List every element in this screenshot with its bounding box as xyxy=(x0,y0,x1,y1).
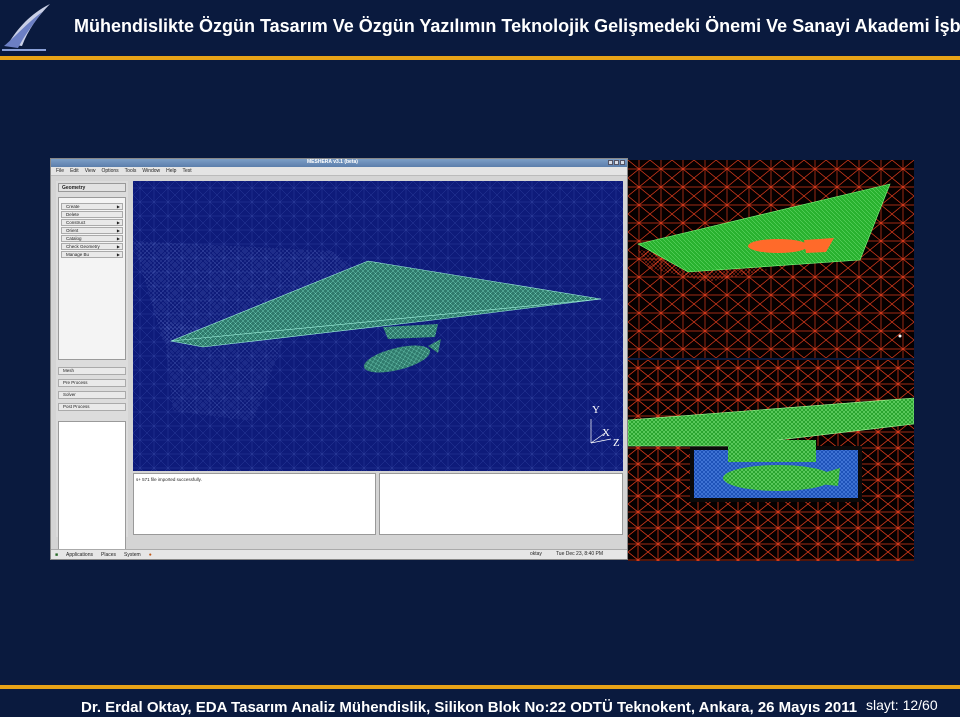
chevron-right-icon: ▶ xyxy=(116,244,120,249)
close-button[interactable] xyxy=(620,160,625,165)
taskbar-menu-icon[interactable]: ■ xyxy=(51,552,62,558)
catalog-label: Catalog xyxy=(66,236,82,241)
wing-mesh-render: Y X Z xyxy=(133,181,623,471)
secondary-output-pane[interactable] xyxy=(379,473,623,535)
mesh-render-top xyxy=(628,160,914,358)
geometry-panel: Geometry Create ▶ Delete Construct ▶ Orien… xyxy=(56,181,128,553)
axis-x-label: X xyxy=(602,427,610,439)
create-label: Create xyxy=(66,204,80,209)
menu-help[interactable]: Help xyxy=(163,168,179,174)
orient-button[interactable]: Orient ▶ xyxy=(61,227,123,234)
chevron-right-icon: ▶ xyxy=(116,252,120,257)
chevron-right-icon: ▶ xyxy=(116,220,120,225)
menu-edit[interactable]: Edit xyxy=(67,168,82,174)
menu-file[interactable]: File xyxy=(53,168,67,174)
create-button[interactable]: Create ▶ xyxy=(61,203,123,210)
footer-author-text: Dr. Erdal Oktay, EDA Tasarım Analiz Mühe… xyxy=(81,699,858,716)
delete-label: Delete xyxy=(66,212,80,217)
axis-z-label: Z xyxy=(613,437,620,449)
wing-mesh-image-top xyxy=(628,160,914,358)
app-menubar: File Edit View Options Tools Window Help… xyxy=(51,167,627,176)
desktop-taskbar: ■ Applications Places System ● oktay Tue… xyxy=(51,549,627,559)
taskbar-user: oktay xyxy=(529,551,542,557)
eda-swoosh-logo-icon xyxy=(2,4,50,51)
construct-label: Construct xyxy=(66,220,86,225)
catalog-button[interactable]: Catalog ▶ xyxy=(61,235,123,242)
console-message: s+ 571 file imported successfully. xyxy=(136,477,202,482)
pre-process-button[interactable]: Pre Process xyxy=(58,379,126,387)
footer-rule xyxy=(0,685,960,689)
solver-button[interactable]: Solver xyxy=(58,391,126,399)
maximize-button[interactable] xyxy=(614,160,619,165)
mesh-render-bottom xyxy=(628,360,914,561)
axis-y-label: Y xyxy=(592,404,600,416)
taskbar-applications[interactable]: Applications xyxy=(62,552,97,558)
mesh-button[interactable]: Mesh xyxy=(58,367,126,375)
minimize-button[interactable] xyxy=(608,160,613,165)
delete-button[interactable]: Delete xyxy=(61,211,123,218)
orient-label: Orient xyxy=(66,228,79,233)
chevron-right-icon: ▶ xyxy=(116,236,120,241)
menu-view[interactable]: View xyxy=(82,168,99,174)
construct-button[interactable]: Construct ▶ xyxy=(61,219,123,226)
console-output[interactable]: s+ 571 file imported successfully. xyxy=(133,473,376,535)
wing-mesh-image-bottom xyxy=(628,360,914,561)
slide-number: slayt: 12/60 xyxy=(866,697,938,713)
manage-bu-label: Manage Bu xyxy=(66,252,90,257)
menu-test[interactable]: Test xyxy=(179,168,194,174)
slide: Mühendislikte Özgün Tasarım Ve Özgün Yaz… xyxy=(0,0,960,717)
taskbar-system[interactable]: System xyxy=(120,552,145,558)
taskbar-clock[interactable]: Tue Dec 23, 8:40 PM xyxy=(552,551,607,557)
post-process-button[interactable]: Post Process xyxy=(58,403,126,411)
manage-bu-button[interactable]: Manage Bu ▶ xyxy=(61,251,123,258)
menu-options[interactable]: Options xyxy=(98,168,121,174)
menu-tools[interactable]: Tools xyxy=(122,168,140,174)
3d-viewport[interactable]: Y X Z xyxy=(133,181,623,471)
slide-title: Mühendislikte Özgün Tasarım Ve Özgün Yaz… xyxy=(74,16,960,36)
meshera-app-window: MESHERA v3.1 (beta) File Edit View Optio… xyxy=(50,158,628,560)
menu-window[interactable]: Window xyxy=(139,168,163,174)
chevron-right-icon: ▶ xyxy=(116,204,120,209)
properties-box xyxy=(58,421,126,553)
chevron-right-icon: ▶ xyxy=(116,228,120,233)
geometry-tools-box: Create ▶ Delete Construct ▶ Orient ▶ Catalo… xyxy=(58,197,126,360)
check-geometry-button[interactable]: Check Geometry ▶ xyxy=(61,243,123,250)
app-window-title: MESHERA v3.1 (beta) xyxy=(307,159,358,165)
browser-launcher-icon[interactable]: ● xyxy=(145,552,156,558)
taskbar-places[interactable]: Places xyxy=(97,552,120,558)
geometry-tab[interactable]: Geometry xyxy=(58,183,126,192)
header-rule xyxy=(0,56,960,60)
app-titlebar: MESHERA v3.1 (beta) xyxy=(51,159,627,167)
slide-header: Mühendislikte Özgün Tasarım Ve Özgün Yaz… xyxy=(0,0,960,60)
check-geometry-label: Check Geometry xyxy=(66,244,100,249)
